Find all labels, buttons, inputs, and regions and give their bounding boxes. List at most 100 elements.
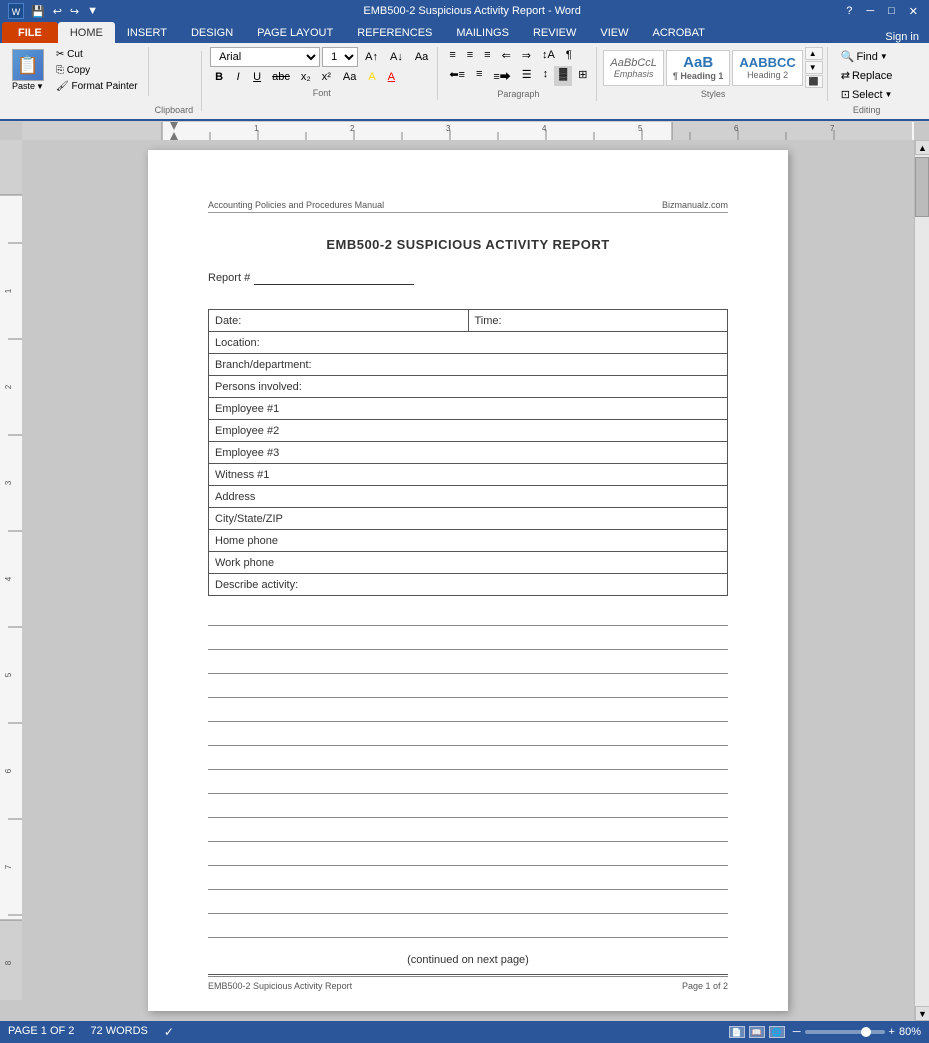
svg-text:4: 4 — [542, 124, 547, 133]
help-btn[interactable]: ? — [843, 4, 855, 18]
font-group: Arial Times New Roman Calibri 12 10 14 1… — [206, 47, 438, 100]
minimize-btn[interactable]: ─ — [863, 4, 877, 18]
tab-review[interactable]: REVIEW — [521, 22, 588, 43]
scroll-up-btn[interactable]: ▲ — [915, 140, 929, 155]
table-row: Witness #1 — [209, 464, 728, 486]
align-left-btn[interactable]: ⬅≡ — [444, 66, 470, 86]
tab-file[interactable]: FILE — [2, 22, 58, 43]
table-row: Address — [209, 486, 728, 508]
copy-button[interactable]: ⎘ Copy — [52, 63, 142, 78]
document-area[interactable]: Accounting Policies and Procedures Manua… — [22, 140, 914, 1021]
paste-button[interactable]: 📋 Paste ▼ — [6, 47, 50, 94]
zoom-out-btn[interactable]: ─ — [793, 1026, 801, 1038]
paragraph-group: ≡ ≡ ≡ ⇐ ⇒ ↕A ¶ ⬅≡ ≡ ≡⮕ ☰ ↕ ▓ ⊞ Paragraph — [440, 47, 597, 101]
describe-line — [208, 700, 728, 722]
svg-text:3: 3 — [4, 480, 13, 485]
italic-btn[interactable]: I — [229, 69, 247, 85]
tab-page-layout[interactable]: PAGE LAYOUT — [245, 22, 345, 43]
clear-format-btn[interactable]: Aa — [410, 49, 433, 65]
gallery-more-btn[interactable]: ⬛ — [805, 75, 823, 88]
clipboard-label: Clipboard — [151, 105, 198, 117]
sort-btn[interactable]: ↕A — [537, 47, 560, 64]
paste-dropdown-icon[interactable]: ▼ — [36, 82, 44, 91]
find-btn[interactable]: 🔍 Find ▼ — [834, 47, 900, 66]
align-right-btn[interactable]: ≡⮕ — [488, 66, 515, 86]
proofing-icon[interactable]: ✓ — [164, 1025, 174, 1039]
close-btn[interactable]: ✕ — [906, 4, 921, 19]
read-mode-btn[interactable]: 📖 — [749, 1026, 765, 1038]
zoom-in-btn[interactable]: + — [889, 1026, 895, 1038]
style-heading1[interactable]: AaB ¶ Heading 1 — [666, 50, 731, 86]
replace-btn[interactable]: ⇄ Replace — [834, 66, 900, 85]
case-btn[interactable]: Aa — [338, 69, 361, 85]
web-layout-btn[interactable]: 🌐 — [769, 1026, 785, 1038]
style-emphasis[interactable]: AaBbCcL Emphasis — [603, 50, 663, 86]
customize-quick-access-btn[interactable]: ▼ — [84, 4, 101, 18]
save-quick-btn[interactable]: 💾 — [28, 4, 48, 19]
cut-button[interactable]: ✂ Cut — [52, 47, 142, 62]
para-row-2: ⬅≡ ≡ ≡⮕ ☰ ↕ ▓ ⊞ — [444, 66, 592, 86]
zoom-level[interactable]: 80% — [899, 1026, 921, 1038]
svg-text:2: 2 — [4, 384, 13, 389]
select-dropdown-icon[interactable]: ▼ — [885, 90, 893, 99]
numbering-btn[interactable]: ≡ — [462, 47, 478, 64]
describe-line — [208, 868, 728, 890]
time-cell: Time: — [468, 310, 728, 332]
tab-mailings[interactable]: MAILINGS — [444, 22, 521, 43]
svg-text:5: 5 — [638, 124, 643, 133]
find-dropdown-icon[interactable]: ▼ — [880, 52, 888, 61]
tab-view[interactable]: VIEW — [588, 22, 640, 43]
tab-references[interactable]: REFERENCES — [345, 22, 444, 43]
footer-left: EMB500-2 Supicious Activity Report — [208, 981, 352, 991]
scroll-thumb[interactable] — [915, 157, 929, 217]
scroll-down-btn[interactable]: ▼ — [915, 1006, 929, 1021]
styles-gallery: AaBbCcL Emphasis AaB ¶ Heading 1 AABBCC — [603, 47, 822, 88]
zoom-thumb[interactable] — [861, 1027, 871, 1037]
vertical-ruler-svg: 1 2 3 4 5 6 7 8 — [0, 140, 22, 1000]
find-icon: 🔍 — [841, 50, 855, 63]
borders-btn[interactable]: ⊞ — [573, 66, 592, 86]
gallery-down-btn[interactable]: ▼ — [805, 61, 823, 74]
maximize-btn[interactable]: □ — [885, 4, 898, 18]
multilevel-btn[interactable]: ≡ — [479, 47, 495, 64]
line-spacing-btn[interactable]: ↕ — [538, 66, 554, 86]
shading-btn[interactable]: ▓ — [554, 66, 572, 86]
table-row: City/State/ZIP — [209, 508, 728, 530]
para-row-1: ≡ ≡ ≡ ⇐ ⇒ ↕A ¶ — [444, 47, 592, 64]
sign-in-btn[interactable]: Sign in — [877, 31, 927, 43]
tab-design[interactable]: DESIGN — [179, 22, 245, 43]
superscript-btn[interactable]: x² — [317, 69, 336, 85]
print-layout-view-btn[interactable]: 📄 — [729, 1026, 745, 1038]
font-color-btn[interactable]: A — [383, 69, 400, 85]
tab-home[interactable]: HOME — [58, 22, 115, 43]
shrink-font-btn[interactable]: A↓ — [385, 49, 408, 65]
bullets-btn[interactable]: ≡ — [444, 47, 460, 64]
font-size-selector[interactable]: 12 10 14 16 — [322, 47, 358, 67]
style-heading2[interactable]: AABBCC Heading 2 — [732, 50, 802, 86]
format-painter-button[interactable]: 🖌 Format Painter — [52, 79, 142, 94]
undo-btn[interactable]: ↩ — [50, 4, 65, 19]
describe-line — [208, 724, 728, 746]
zoom-slider[interactable] — [805, 1030, 885, 1034]
justify-btn[interactable]: ☰ — [517, 66, 537, 86]
bold-btn[interactable]: B — [210, 69, 228, 85]
font-name-selector[interactable]: Arial Times New Roman Calibri — [210, 47, 320, 67]
decrease-indent-btn[interactable]: ⇐ — [497, 47, 516, 64]
table-row: Location: — [209, 332, 728, 354]
tab-acrobat[interactable]: ACROBAT — [640, 22, 716, 43]
gallery-up-btn[interactable]: ▲ — [805, 47, 823, 60]
tab-insert[interactable]: INSERT — [115, 22, 179, 43]
increase-indent-btn[interactable]: ⇒ — [517, 47, 536, 64]
subscript-btn[interactable]: x₂ — [296, 69, 316, 85]
grow-font-btn[interactable]: A↑ — [360, 49, 383, 65]
select-btn[interactable]: ⊡ Select ▼ — [834, 85, 900, 104]
align-center-btn[interactable]: ≡ — [471, 66, 487, 86]
show-marks-btn[interactable]: ¶ — [561, 47, 577, 64]
underline-btn[interactable]: U — [248, 69, 266, 85]
redo-btn[interactable]: ↪ — [67, 4, 82, 19]
highlight-color-btn[interactable]: A — [363, 69, 380, 85]
page-footer: EMB500-2 Supicious Activity Report Page … — [208, 976, 728, 991]
strikethrough-btn[interactable]: abc — [267, 69, 295, 85]
vertical-scrollbar[interactable]: ▲ ▼ — [914, 140, 929, 1021]
scroll-track[interactable] — [915, 155, 929, 1006]
